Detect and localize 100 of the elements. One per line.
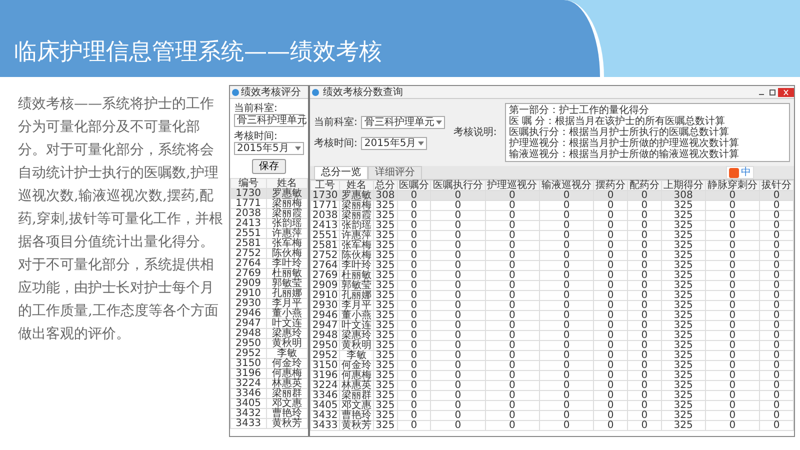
table-cell: 0 — [594, 420, 628, 430]
table-cell: 0 — [430, 230, 486, 240]
dropdown[interactable]: 2015年5月 — [234, 142, 304, 155]
table-cell: 0 — [627, 230, 662, 240]
table-cell: 梁惠玲 — [340, 330, 374, 340]
table-cell: 0 — [760, 230, 794, 240]
table-cell: 325 — [661, 310, 706, 320]
table-cell: 梁丽群 — [340, 390, 374, 400]
notes-textarea[interactable]: 第一部分：护士工作的量化得分 医 嘱 分：根据当月在该护士的所有医嘱总数计算 医嘱执行分：根据当月护士所执行的医嘱总数计算 护理巡视分：根据当月护士所做的护理巡视次数计算 输液巡视分：根据当月护士所做的输液巡视次数计算 — [504, 103, 790, 162]
field-label: 当前科室: — [314, 116, 358, 128]
table-cell: 0 — [705, 200, 760, 210]
table-cell: 2930 — [310, 300, 340, 310]
table-cell: 0 — [760, 400, 794, 410]
tab[interactable]: 详细评分 — [368, 166, 422, 179]
table-cell: 0 — [594, 310, 628, 320]
table-cell: 0 — [627, 420, 662, 430]
table-cell: 2752 — [230, 248, 266, 258]
table-cell: 0 — [397, 410, 431, 420]
table-cell: 2764 — [230, 258, 266, 268]
table-cell: 0 — [430, 200, 486, 210]
table-cell: 325 — [373, 250, 397, 260]
table-cell: 0 — [430, 410, 486, 420]
table-cell: 0 — [705, 400, 760, 410]
table-cell: 0 — [430, 210, 486, 220]
table-cell: 2930 — [230, 298, 266, 308]
table-cell: 0 — [594, 330, 628, 340]
table-cell: 325 — [373, 310, 397, 320]
dropdown[interactable]: 骨三科护理单元 — [234, 114, 304, 127]
table-cell: 2947 — [230, 318, 266, 328]
table-cell: 325 — [373, 340, 397, 350]
save-button[interactable]: 保存 — [252, 159, 286, 174]
table-cell: 325 — [373, 290, 397, 300]
table-cell: 0 — [760, 370, 794, 380]
table-cell: 325 — [373, 260, 397, 270]
table-cell: 0 — [397, 350, 431, 360]
table-cell: 0 — [760, 200, 794, 210]
table-cell: 0 — [760, 250, 794, 260]
table-cell: 0 — [430, 340, 486, 350]
table-cell: 邓文惠 — [266, 398, 308, 408]
tab[interactable]: 总分一览 — [314, 166, 368, 179]
table-cell: 325 — [373, 210, 397, 220]
table-cell: 陈伙梅 — [266, 248, 308, 258]
table-cell: 0 — [485, 240, 540, 250]
table-cell: 0 — [539, 330, 594, 340]
table-cell: 3196 — [230, 368, 266, 378]
table-cell: 郭敏莹 — [266, 278, 308, 288]
table-cell: 2413 — [230, 218, 266, 228]
table-cell: 0 — [430, 220, 486, 230]
table-cell: 2769 — [310, 270, 340, 280]
table-cell: 0 — [485, 350, 540, 360]
table-cell: 0 — [430, 330, 486, 340]
table-cell: 325 — [373, 230, 397, 240]
table-cell: 0 — [539, 250, 594, 260]
table-cell: 梁丽梅 — [266, 198, 308, 208]
table-cell: 0 — [539, 360, 594, 370]
table-cell: 325 — [661, 270, 706, 280]
table-cell: 0 — [760, 410, 794, 420]
table-cell: 0 — [539, 290, 594, 300]
table-cell: 0 — [397, 250, 431, 260]
table-cell: 0 — [627, 340, 662, 350]
table-cell: 325 — [661, 230, 706, 240]
table-cell: 325 — [661, 220, 706, 230]
table-cell: 0 — [430, 420, 486, 430]
column-header: 医嘱执行分 — [430, 180, 486, 190]
table-cell: 许惠萍 — [266, 228, 308, 238]
table-cell: 0 — [430, 260, 486, 270]
table-cell: 邓文惠 — [340, 400, 374, 410]
table-cell: 0 — [594, 360, 628, 370]
table-cell: 0 — [594, 280, 628, 290]
ime-toolbar[interactable]: 中 — [726, 166, 754, 179]
dropdown[interactable]: 2015年5月 — [361, 136, 428, 150]
close-icon[interactable] — [778, 88, 794, 96]
table-cell: 罗惠敏 — [340, 190, 374, 200]
table-cell: 0 — [705, 320, 760, 330]
table-cell: 梁丽霞 — [340, 210, 374, 220]
table-cell: 梁丽梅 — [340, 200, 374, 210]
table-cell: 3432 — [310, 410, 340, 420]
table-cell: 0 — [705, 270, 760, 280]
table-cell: 3346 — [310, 390, 340, 400]
window-title: 绩效考核评分 — [241, 86, 301, 98]
table-cell: 0 — [485, 420, 540, 430]
table-cell: 0 — [760, 260, 794, 270]
maximize-icon[interactable] — [767, 88, 778, 96]
table-cell: 0 — [485, 200, 540, 210]
table-cell: 0 — [760, 210, 794, 220]
column-header: 输液巡视分 — [539, 180, 594, 190]
table-cell: 0 — [397, 220, 431, 230]
dropdown[interactable]: 骨三科护理单元 — [361, 116, 446, 128]
table-cell: 0 — [397, 380, 431, 390]
table-cell: 0 — [627, 300, 662, 310]
table-cell: 0 — [539, 310, 594, 320]
table-cell: 0 — [430, 360, 486, 370]
table-cell: 0 — [627, 200, 662, 210]
table-cell: 梁丽霞 — [266, 208, 308, 218]
table-cell: 0 — [430, 310, 486, 320]
table-cell: 325 — [373, 410, 397, 420]
table-cell: 0 — [539, 240, 594, 250]
table-cell: 0 — [627, 330, 662, 340]
table-cell: 0 — [430, 300, 486, 310]
table-cell: 325 — [373, 280, 397, 290]
